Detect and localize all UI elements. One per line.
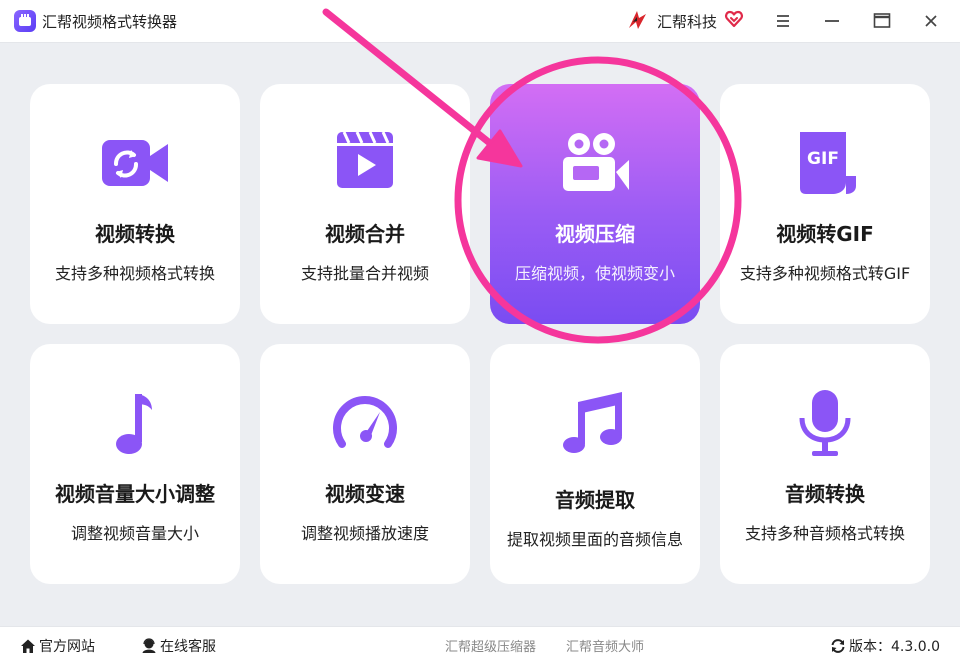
speedometer-icon (333, 396, 397, 448)
card-title: 音频转换 (785, 482, 865, 506)
minimize-button[interactable] (819, 8, 845, 34)
card-audio-extract[interactable]: 音频提取 提取视频里面的音频信息 (490, 344, 700, 584)
footer-link-compressor[interactable]: 汇帮超级压缩器 (445, 636, 536, 655)
card-description: 支持多种视频格式转换 (54, 264, 215, 283)
footer-link-audio-master[interactable]: 汇帮音频大师 (566, 636, 644, 655)
menu-icon (777, 15, 789, 27)
heart-icon[interactable] (724, 9, 744, 29)
online-support-label: 在线客服 (160, 639, 216, 655)
close-button[interactable] (918, 8, 944, 34)
card-video-to-gif[interactable]: GIF 视频转GIF 支持多种视频格式转GIF (720, 84, 930, 324)
card-video-speed[interactable]: 视频变速 调整视频播放速度 (260, 344, 470, 584)
home-icon (21, 639, 35, 653)
card-title: 视频变速 (325, 482, 405, 506)
status-bar: 官方网站 在线客服 汇帮超级压缩器 汇帮音频大师 版本：4.3.0.0 (0, 626, 960, 661)
official-website-link[interactable]: 官方网站 (20, 636, 95, 656)
title-bar: 汇帮视频格式转换器 汇帮科技 (0, 0, 960, 43)
music-note-icon (116, 394, 152, 454)
card-description: 支持多种音频格式转换 (744, 524, 905, 543)
minimize-icon (825, 20, 839, 22)
app-title: 汇帮视频格式转换器 (42, 13, 178, 31)
card-description: 提取视频里面的音频信息 (506, 530, 683, 549)
maximize-icon (873, 13, 891, 28)
online-support-link[interactable]: 在线客服 (141, 636, 216, 656)
app-logo-icon (14, 10, 36, 32)
video-convert-icon (102, 140, 168, 186)
card-title: 视频合并 (325, 222, 405, 246)
card-title: 音频提取 (555, 488, 635, 512)
card-description: 压缩视频，使视频变小 (514, 264, 675, 283)
card-title: 视频转换 (95, 222, 175, 246)
card-video-compress[interactable]: 视频压缩 压缩视频，使视频变小 (490, 84, 700, 324)
card-title: 视频转GIF (776, 222, 874, 246)
svg-text:GIF: GIF (807, 149, 839, 169)
music-notes-icon (563, 392, 622, 453)
card-volume-adjust[interactable]: 视频音量大小调整 调整视频音量大小 (30, 344, 240, 584)
support-icon (142, 638, 156, 653)
video-camera-icon (563, 133, 629, 191)
version-info[interactable]: 版本：4.3.0.0 (830, 636, 940, 656)
official-website-label: 官方网站 (39, 639, 95, 655)
maximize-button[interactable] (869, 8, 895, 34)
card-description: 调整视频播放速度 (300, 524, 429, 543)
version-label: 版本：4.3.0.0 (849, 639, 940, 655)
video-merge-icon (337, 131, 393, 188)
microphone-icon (799, 390, 851, 456)
refresh-icon (831, 639, 845, 653)
close-icon (925, 15, 937, 27)
card-description: 支持多种视频格式转GIF (739, 264, 911, 283)
card-description: 支持批量合并视频 (300, 264, 429, 283)
card-video-merge[interactable]: 视频合并 支持批量合并视频 (260, 84, 470, 324)
card-video-convert[interactable]: 视频转换 支持多种视频格式转换 (30, 84, 240, 324)
card-audio-convert[interactable]: 音频转换 支持多种音频格式转换 (720, 344, 930, 584)
brand-logo-icon (629, 11, 646, 29)
card-title: 视频音量大小调整 (55, 482, 215, 506)
gif-icon: GIF (800, 132, 856, 194)
card-title: 视频压缩 (555, 222, 635, 246)
card-description: 调整视频音量大小 (70, 524, 199, 543)
brand-name: 汇帮科技 (657, 13, 718, 31)
menu-button[interactable] (770, 8, 796, 34)
